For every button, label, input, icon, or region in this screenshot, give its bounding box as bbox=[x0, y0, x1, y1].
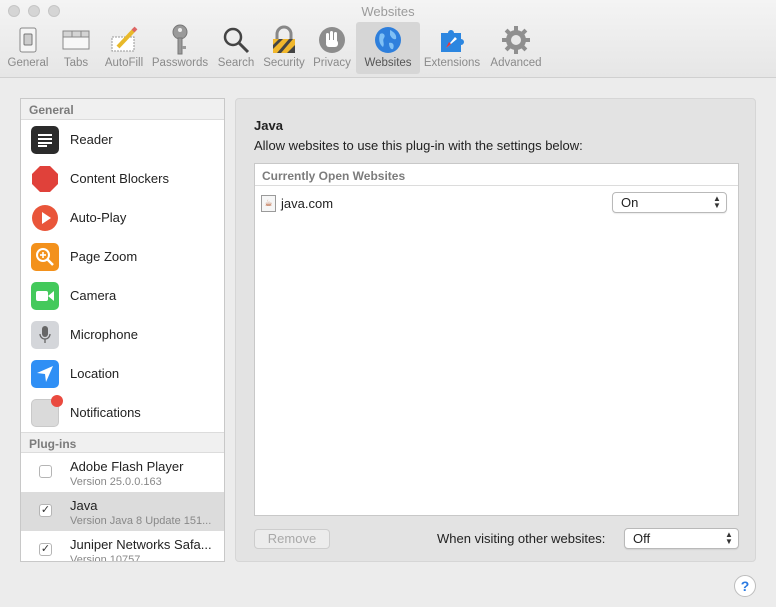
padlock-icon bbox=[267, 24, 301, 56]
zoom-icon bbox=[31, 242, 59, 271]
toolbar-search-label: Search bbox=[217, 57, 255, 69]
plugin-version: Version 25.0.0.163 bbox=[70, 476, 162, 488]
toolbar-autofill[interactable]: AutoFill bbox=[100, 22, 148, 74]
sidebar-item-microphone[interactable]: Microphone bbox=[21, 315, 224, 354]
open-websites-header: Currently Open Websites bbox=[255, 164, 738, 186]
puzzle-icon bbox=[435, 24, 469, 56]
plugin-item-java[interactable]: ✓ Java Version Java 8 Update 151... bbox=[21, 492, 224, 531]
sidebar-item-notifications[interactable]: Notifications bbox=[21, 393, 224, 432]
toolbar-general-label: General bbox=[7, 57, 49, 69]
plugin-name: Java bbox=[70, 498, 98, 513]
sidebar-item-reader[interactable]: Reader bbox=[21, 120, 224, 159]
toolbar-tabs[interactable]: Tabs bbox=[52, 22, 100, 74]
toolbar-search[interactable]: Search bbox=[212, 22, 260, 74]
sidebar-item-page-zoom[interactable]: Page Zoom bbox=[21, 237, 224, 276]
sidebar-item-camera[interactable]: Camera bbox=[21, 276, 224, 315]
toolbar-autofill-label: AutoFill bbox=[104, 57, 144, 69]
sidebar-item-label: Auto-Play bbox=[70, 210, 127, 225]
toolbar-general[interactable]: General bbox=[4, 22, 52, 74]
preferences-window: Websites General Tabs AutoFill Passwords… bbox=[0, 0, 776, 607]
chevron-updown-icon: ▲ ▼ bbox=[725, 530, 733, 546]
toolbar-advanced-label: Advanced bbox=[490, 57, 542, 69]
pencil-form-icon bbox=[107, 24, 141, 56]
toolbar-security-label: Security bbox=[263, 57, 305, 69]
magnifier-icon bbox=[219, 24, 253, 56]
sidebar-item-label: Content Blockers bbox=[70, 171, 169, 186]
java-site-icon: ☕ bbox=[261, 194, 276, 212]
other-websites-select[interactable]: Off ▲ ▼ bbox=[624, 528, 739, 549]
notification-icon bbox=[31, 394, 63, 427]
website-row[interactable]: ☕ java.com On ▲ ▼ bbox=[255, 186, 738, 220]
website-name: java.com bbox=[281, 195, 334, 211]
hand-icon bbox=[315, 24, 349, 56]
plugin-settings-panel: Java Allow websites to use this plug-in … bbox=[235, 98, 756, 562]
sidebar-item-label: Page Zoom bbox=[70, 249, 138, 264]
plugin-version: Version 10757 bbox=[70, 554, 141, 562]
plugin-checkbox[interactable]: ✓ bbox=[39, 504, 52, 517]
toolbar-websites[interactable]: Websites bbox=[356, 22, 420, 74]
sidebar-plugins-header: Plug-ins bbox=[21, 432, 224, 453]
toolbar-extensions-label: Extensions bbox=[423, 57, 481, 69]
open-websites-list: Currently Open Websites ☕ java.com On ▲ ▼ bbox=[254, 163, 739, 516]
toolbar-extensions[interactable]: Extensions bbox=[420, 22, 484, 74]
sidebar-item-location[interactable]: Location bbox=[21, 354, 224, 393]
toolbar-passwords-label: Passwords bbox=[151, 57, 209, 69]
plugin-version: Version Java 8 Update 151... bbox=[70, 515, 212, 527]
plugin-item-juniper[interactable]: ✓ Juniper Networks Safa... Version 10757 bbox=[21, 531, 224, 562]
plugin-description: Allow websites to use this plug-in with … bbox=[254, 138, 583, 153]
camera-icon bbox=[31, 281, 59, 310]
sidebar-item-label: Location bbox=[70, 366, 120, 381]
plugin-checkbox[interactable] bbox=[39, 465, 52, 478]
toolbar-security[interactable]: Security bbox=[260, 22, 308, 74]
chevron-updown-icon: ▲ ▼ bbox=[713, 194, 721, 210]
toolbar-passwords[interactable]: Passwords bbox=[148, 22, 212, 74]
websites-sidebar: General Reader Content Blockers Auto-Pla… bbox=[20, 98, 225, 562]
sidebar-item-label: Camera bbox=[70, 288, 117, 303]
sidebar-item-label: Microphone bbox=[70, 327, 138, 342]
help-button[interactable]: ? bbox=[734, 575, 756, 597]
sidebar-item-label: Reader bbox=[70, 132, 113, 147]
play-icon bbox=[31, 204, 59, 232]
globe-icon bbox=[371, 24, 405, 56]
gear-icon bbox=[499, 24, 533, 56]
toolbar-privacy[interactable]: Privacy bbox=[308, 22, 356, 74]
sidebar-item-label: Notifications bbox=[70, 405, 141, 420]
preferences-toolbar: General Tabs AutoFill Passwords Search S… bbox=[4, 22, 548, 74]
key-icon bbox=[163, 24, 197, 56]
sidebar-item-auto-play[interactable]: Auto-Play bbox=[21, 198, 224, 237]
sidebar-item-content-blockers[interactable]: Content Blockers bbox=[21, 159, 224, 198]
reader-icon bbox=[31, 125, 59, 154]
notification-badge bbox=[51, 394, 63, 407]
toolbar-advanced[interactable]: Advanced bbox=[484, 22, 548, 74]
plugin-name: Juniper Networks Safa... bbox=[70, 537, 212, 552]
general-switch-icon bbox=[11, 24, 45, 56]
microphone-icon bbox=[31, 320, 59, 349]
toolbar-tabs-label: Tabs bbox=[63, 57, 89, 69]
title-bar: Websites General Tabs AutoFill Passwords… bbox=[0, 0, 776, 78]
plugin-title: Java bbox=[254, 118, 283, 133]
window-title: Websites bbox=[361, 4, 415, 19]
plugin-checkbox[interactable]: ✓ bbox=[39, 543, 52, 556]
toolbar-privacy-label: Privacy bbox=[313, 57, 351, 69]
location-arrow-icon bbox=[31, 359, 59, 388]
toolbar-websites-label: Websites bbox=[364, 57, 412, 69]
other-websites-value: Off bbox=[633, 531, 651, 546]
plugin-item-flash[interactable]: Adobe Flash Player Version 25.0.0.163 bbox=[21, 453, 224, 492]
other-websites-label: When visiting other websites: bbox=[437, 531, 606, 546]
sidebar-general-header: General bbox=[21, 99, 224, 120]
remove-button[interactable]: Remove bbox=[254, 529, 330, 549]
website-setting-value: On bbox=[621, 195, 639, 210]
stop-icon bbox=[31, 165, 59, 193]
tabs-icon bbox=[59, 24, 93, 56]
website-setting-select[interactable]: On ▲ ▼ bbox=[612, 192, 727, 213]
plugin-name: Adobe Flash Player bbox=[70, 459, 184, 474]
